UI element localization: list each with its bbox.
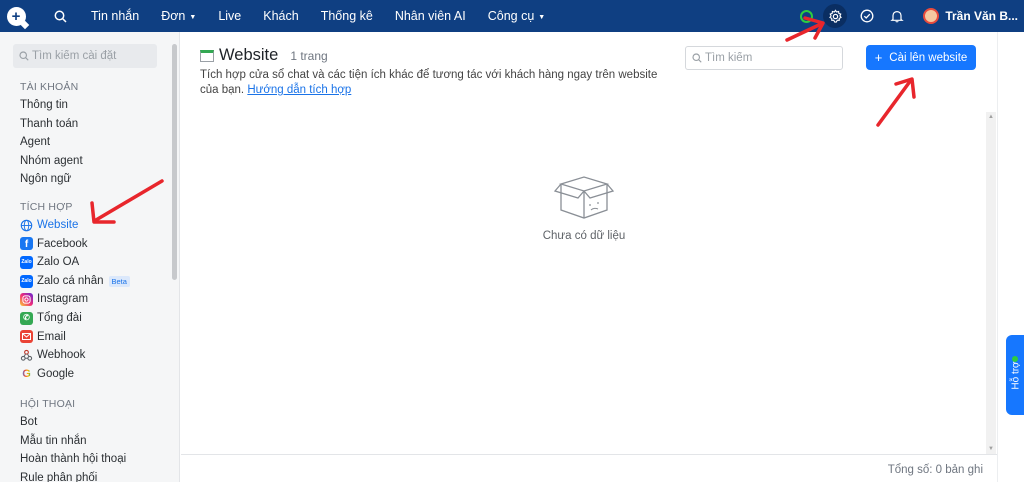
nav-menu: Tin nhắn Đơn ▼ Live Khách Thống kê Nhân viên A… — [80, 0, 556, 32]
page-count: 1 trang — [290, 48, 328, 63]
sidebar-item-1-7[interactable]: Webhook — [20, 346, 130, 365]
total-records: Tổng số: 0 bản ghi — [887, 464, 983, 476]
user-name: Trần Văn B... — [945, 9, 1018, 23]
sidebar-item-2-0[interactable]: Bot — [20, 413, 126, 432]
support-label: Hỗ trợ — [1010, 360, 1022, 390]
sidebar-item-label: Tổng đài — [37, 311, 82, 324]
sidebar-item-0-4[interactable]: Ngôn ngữ — [20, 170, 83, 189]
sidebar-item-label: Rule phân phối — [20, 471, 98, 482]
sidebar-item-label: Bot — [20, 416, 38, 428]
sidebar-item-label: Agent — [20, 136, 51, 149]
sidebar-item-label: Hoàn thành hội thoại — [20, 453, 127, 466]
sidebar-item-1-0[interactable]: Website — [20, 216, 130, 235]
install-website-button[interactable]: + Cài lên website — [866, 45, 976, 70]
sidebar-item-label: Ngôn ngữ — [20, 173, 72, 186]
sidebar-item-1-6[interactable]: Email — [20, 328, 130, 347]
page-description: Tích hợp cửa sổ chat và các tiện ích khá… — [200, 69, 658, 96]
website-search-input[interactable] — [705, 52, 833, 64]
page-header: Website 1 trang — [200, 46, 328, 65]
sidebar-heading: TÍCH HỢP — [20, 201, 73, 213]
sidebar-item-label: Google — [37, 367, 75, 380]
search-icon[interactable] — [46, 0, 74, 32]
sidebar-item-label: Website — [37, 219, 79, 231]
main-content: Website 1 trang Tích hợp cửa sổ chat và … — [181, 32, 997, 482]
sidebar-group-0: TÀI KHOẢN Thông tin Thanh toán Agent Nhóm ag… — [20, 78, 83, 189]
search-icon — [19, 51, 29, 61]
sidebar-item-label: Facebook — [37, 237, 88, 250]
check-circle-icon[interactable] — [855, 4, 879, 28]
sidebar-scrollbar[interactable] — [172, 44, 177, 280]
logo-icon[interactable]: + — [0, 0, 32, 32]
webhook-icon — [20, 349, 33, 362]
sidebar-item-1-2[interactable]: Zalo Zalo OA — [20, 253, 130, 272]
instagram-icon — [20, 293, 33, 307]
user-menu[interactable]: Trần Văn B... — [923, 8, 1018, 24]
sidebar-item-1-3[interactable]: Zalo Zalo cá nhân Beta — [20, 272, 130, 291]
sidebar-item-label: Zalo OA — [37, 256, 80, 269]
search-icon — [692, 53, 702, 63]
sidebar-item-label: Mẫu tin nhắn — [20, 434, 87, 447]
sidebar-item-0-3[interactable]: Nhóm agent — [20, 152, 83, 171]
plus-icon: + — [874, 50, 883, 65]
avatar — [923, 8, 940, 24]
zalo-icon: Zalo — [20, 255, 33, 269]
settings-search-input[interactable] — [32, 50, 152, 62]
sidebar-item-label: Thanh toán — [20, 117, 79, 130]
nav-item-4[interactable]: Thống kê — [310, 0, 384, 32]
sidebar-item-1-5[interactable]: ✆ Tổng đài — [20, 309, 130, 328]
nav-item-5[interactable]: Nhân viên AI — [384, 0, 477, 32]
sidebar-item-0-2[interactable]: Agent — [20, 133, 83, 152]
sidebar-group-1: TÍCH HỢP Website f Facebook Zalo Zalo OA Zalo Z… — [20, 198, 130, 383]
chevron-down-icon: ▼ — [189, 13, 197, 21]
sidebar-item-1-1[interactable]: f Facebook — [20, 235, 130, 254]
website-icon — [200, 49, 214, 62]
sidebar-item-1-4[interactable]: Instagram — [20, 290, 130, 309]
page-title: Website — [219, 46, 279, 64]
sidebar-group-2: HỘI THOẠI Bot Mẫu tin nhắn Hoàn thành hội t… — [20, 395, 126, 482]
facebook-icon: f — [20, 237, 33, 251]
sidebar-item-0-1[interactable]: Thanh toán — [20, 115, 83, 134]
sidebar-item-label: Email — [37, 330, 66, 343]
empty-state-text: Chưa có dữ liệu — [542, 230, 626, 242]
sidebar-heading: HỘI THOẠI — [20, 398, 76, 410]
nav-item-2[interactable]: Live — [207, 0, 252, 32]
sidebar-item-1-8[interactable]: G Google — [20, 365, 130, 384]
list-scrollbar[interactable]: ▲ ▼ — [986, 112, 996, 454]
website-search[interactable] — [685, 46, 843, 70]
guide-link[interactable]: Hướng dẫn tích hợp — [247, 84, 351, 96]
nav-item-6[interactable]: Công cụ ▼ — [477, 0, 557, 32]
sidebar-item-label: Zalo cá nhân — [37, 274, 104, 287]
bell-icon[interactable] — [885, 4, 909, 28]
support-online-indicator — [1012, 356, 1018, 362]
sidebar-item-label: Thông tin — [20, 99, 68, 111]
beta-badge: Beta — [108, 275, 130, 287]
settings-search[interactable] — [13, 44, 157, 68]
phone-icon: ✆ — [20, 311, 33, 325]
list-footer: Tổng số: 0 bản ghi — [181, 454, 997, 482]
sidebar-item-2-1[interactable]: Mẫu tin nhắn — [20, 432, 126, 451]
nav-item-3[interactable]: Khách — [252, 0, 309, 32]
nav-item-0[interactable]: Tin nhắn — [80, 0, 150, 32]
globe-icon — [20, 219, 33, 232]
sidebar-item-0-0[interactable]: Thông tin — [20, 96, 83, 115]
empty-box-icon — [553, 172, 615, 225]
email-icon — [20, 330, 33, 344]
chevron-down-icon: ▼ — [538, 13, 546, 21]
top-navigation-bar: + Tin nhắn Đơn ▼ Live Khách Thống kê Nhân viên… — [0, 0, 1024, 32]
sidebar-heading: TÀI KHOẢN — [20, 81, 79, 93]
sidebar-item-2-3[interactable]: Rule phân phối — [20, 469, 126, 482]
sidebar-item-2-2[interactable]: Hoàn thành hội thoại — [20, 450, 126, 469]
sidebar-item-label: Instagram — [37, 293, 89, 306]
google-icon: G — [20, 368, 33, 381]
sidebar-item-label: Nhóm agent — [20, 154, 83, 167]
zalo-personal-icon: Zalo — [20, 274, 33, 288]
settings-sidebar: TÀI KHOẢN Thông tin Thanh toán Agent Nhóm ag… — [0, 32, 180, 482]
gear-icon[interactable] — [823, 4, 848, 28]
sidebar-item-label: Webhook — [37, 349, 86, 362]
website-list — [181, 112, 987, 454]
support-button[interactable]: Hỗ trợ — [1006, 335, 1024, 415]
nav-item-1[interactable]: Đơn ▼ — [150, 0, 207, 32]
online-status-icon[interactable] — [800, 9, 814, 23]
